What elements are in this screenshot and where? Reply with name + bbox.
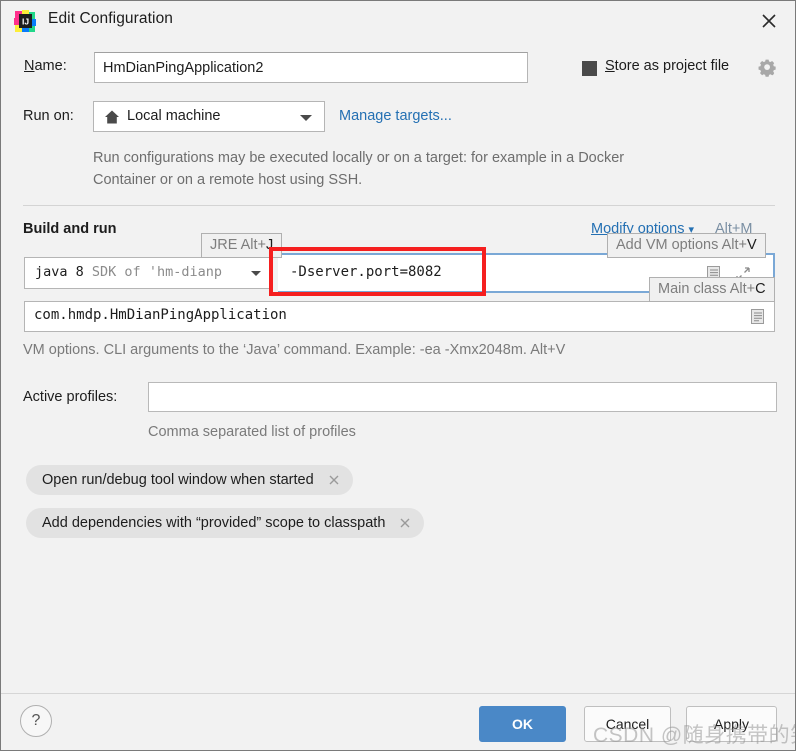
option-chip-add-provided-dependencies[interactable]: Add dependencies with “provided” scope t… [26, 508, 425, 538]
edit-configuration-dialog: IJ Edit Configuration Name: Store as pro… [0, 0, 796, 751]
vm-options-tooltip-mnemonic: V [746, 237, 757, 253]
close-small-icon[interactable] [327, 473, 341, 487]
cancel-button[interactable]: Cancel [584, 706, 671, 742]
jre-value: java 8 SDK of 'hm-dianp [35, 264, 222, 280]
vm-options-value: -Dserver.port=8082 [290, 264, 442, 280]
main-class-value: com.hmdp.HmDianPingApplication [34, 307, 287, 323]
run-on-label: Run on: [23, 108, 74, 124]
chip-label: Add dependencies with “provided” scope t… [42, 515, 386, 531]
vm-options-tooltip-text: Add VM options Alt+ [616, 237, 747, 253]
name-input[interactable] [94, 52, 528, 83]
run-on-description: Run configurations may be executed local… [93, 150, 625, 188]
apply-button[interactable]: Apply [686, 706, 777, 742]
chevron-down-icon [251, 271, 261, 276]
main-class-tooltip-text: Main class Alt+ [658, 281, 756, 297]
section-divider [23, 205, 775, 206]
intellij-idea-logo-icon: IJ [14, 10, 36, 32]
chip-label: Open run/debug tool window when started [42, 472, 314, 488]
run-on-combobox[interactable]: Local machine [93, 101, 325, 132]
manage-targets-link[interactable]: Manage targets... [339, 108, 452, 124]
active-profiles-input[interactable] [148, 382, 777, 412]
run-on-value: Local machine [127, 108, 221, 124]
active-profiles-hint: Comma separated list of profiles [148, 424, 356, 440]
help-button[interactable]: ? [20, 705, 52, 737]
vm-options-hint: VM options. CLI arguments to the ‘Java’ … [23, 342, 566, 358]
option-chip-open-run-debug-tool-window[interactable]: Open run/debug tool window when started [26, 465, 353, 495]
document-icon[interactable] [750, 308, 765, 325]
vm-options-tooltip: Add VM options Alt+V [607, 233, 766, 258]
name-label: Name: [24, 58, 67, 74]
close-small-icon[interactable] [398, 516, 412, 530]
main-class-field[interactable]: com.hmdp.HmDianPingApplication [24, 301, 775, 332]
build-and-run-title: Build and run [23, 221, 117, 237]
svg-text:IJ: IJ [22, 17, 29, 27]
store-as-project-file-checkbox[interactable] [582, 61, 597, 76]
close-icon[interactable] [756, 9, 782, 33]
jre-combobox[interactable]: java 8 SDK of 'hm-dianp [24, 257, 272, 289]
jre-tooltip-mnemonic: J [266, 237, 274, 253]
dialog-footer: ? [1, 694, 795, 750]
main-class-tooltip: Main class Alt+C [649, 277, 775, 302]
dialog-titlebar: IJ Edit Configuration [1, 1, 795, 41]
home-icon [104, 109, 120, 125]
jre-value-gray: SDK of 'hm-dianp [91, 264, 222, 280]
ok-button[interactable]: OK [479, 706, 566, 742]
jre-tooltip: JRE Alt+J [201, 233, 283, 258]
active-profiles-label: Active profiles: [23, 389, 118, 405]
chevron-down-icon [300, 115, 312, 121]
main-class-tooltip-mnemonic: C [755, 281, 766, 297]
gear-dropdown-icon[interactable] [758, 58, 777, 77]
store-as-project-file-label[interactable]: Store as project file [605, 58, 729, 74]
dialog-title: Edit Configuration [48, 10, 174, 27]
jre-tooltip-text: JRE Alt+ [210, 237, 267, 253]
jre-value-dark: java 8 [35, 264, 84, 280]
